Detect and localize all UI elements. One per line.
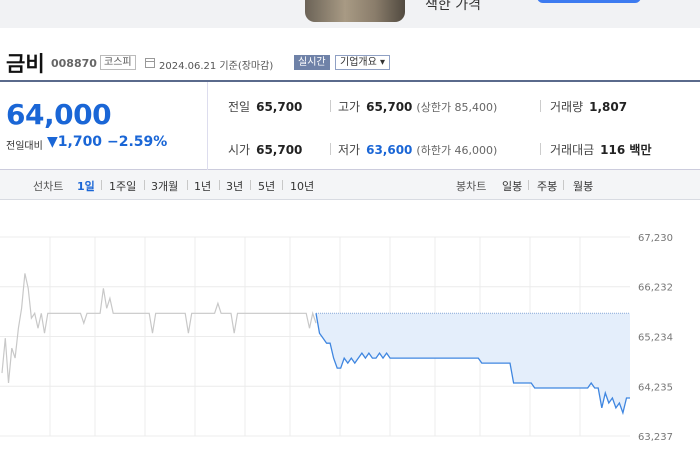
tab-1w[interactable]: 1주일 (109, 178, 136, 194)
current-price: 64,000 (6, 98, 112, 131)
divider (219, 180, 220, 190)
price-change: ▼1,700 (47, 134, 103, 150)
tab-5y[interactable]: 5년 (258, 178, 275, 194)
y-tick-label: 64,235 (638, 382, 673, 393)
price-chart[interactable]: 67,230 66,232 65,234 64,235 63,237 (0, 200, 700, 450)
corp-info-dropdown[interactable]: 기업개요 ▾ (335, 55, 390, 70)
tab-1d[interactable]: 1일 (77, 178, 95, 194)
tab-daily-candle[interactable]: 일봉 (502, 178, 522, 194)
prev-day-series (1, 273, 317, 384)
quote-date: 2024.06.21 기준(장마감) (159, 61, 274, 72)
divider (540, 143, 541, 155)
ad-text: 책한 가격 (425, 0, 481, 13)
trade-amount: 거래대금 116 백만 (550, 143, 652, 157)
divider (144, 180, 145, 190)
divider (330, 143, 331, 155)
divider (250, 180, 251, 190)
divider (330, 100, 331, 112)
realtime-button[interactable]: 실시간 (294, 55, 330, 70)
chart-tabs: 선차트 1일 1주일 3개월 1년 3년 5년 10년 봉차트 일봉 주봉 월봉 (0, 170, 700, 200)
change-label: 전일대비 (6, 141, 43, 152)
y-tick-label: 67,230 (638, 233, 673, 244)
loss-area (316, 313, 630, 413)
day-high: 고가 65,700 (상한가 85,400) (338, 100, 498, 114)
tab-3y[interactable]: 3년 (226, 178, 243, 194)
line-chart-label: 선차트 (33, 180, 64, 193)
ad-thumbnail (305, 0, 405, 22)
ad-banner[interactable]: 책한 가격 (0, 0, 700, 28)
market-badge: 코스피 (100, 55, 136, 70)
stock-name: 금비 (6, 52, 45, 76)
volume: 거래량 1,807 (550, 100, 628, 114)
day-low: 저가 63,600 (하한가 46,000) (338, 143, 498, 157)
divider (101, 180, 102, 190)
divider (563, 180, 564, 190)
price-summary: 64,000 전일대비 ▼1,700 −2.59% (0, 82, 208, 170)
candle-chart-label: 봉차트 (456, 180, 487, 193)
calendar-icon (145, 58, 155, 68)
divider (282, 180, 283, 190)
y-tick-label: 65,234 (638, 332, 673, 343)
open-price: 시가 65,700 (228, 143, 303, 157)
divider (528, 180, 529, 190)
ad-button[interactable] (537, 0, 641, 3)
tab-3m[interactable]: 3개월 (151, 178, 178, 194)
tab-1y[interactable]: 1년 (194, 178, 211, 194)
divider (187, 180, 188, 190)
stock-header: 금비 008870 코스피 2024.06.21 기준(장마감) 실시간 기업개… (0, 48, 700, 80)
y-tick-label: 66,232 (638, 283, 673, 294)
divider (540, 100, 541, 112)
tab-monthly-candle[interactable]: 월봉 (573, 178, 593, 194)
y-tick-label: 63,237 (638, 432, 673, 443)
tab-10y[interactable]: 10년 (290, 178, 314, 194)
quote-panel: 64,000 전일대비 ▼1,700 −2.59% 전일 65,700 고가 65,… (0, 80, 700, 170)
tab-weekly-candle[interactable]: 주봉 (537, 178, 557, 194)
stock-code: 008870 (51, 57, 97, 70)
prev-close: 전일 65,700 (228, 100, 303, 114)
price-change-pct: −2.59% (107, 134, 168, 150)
